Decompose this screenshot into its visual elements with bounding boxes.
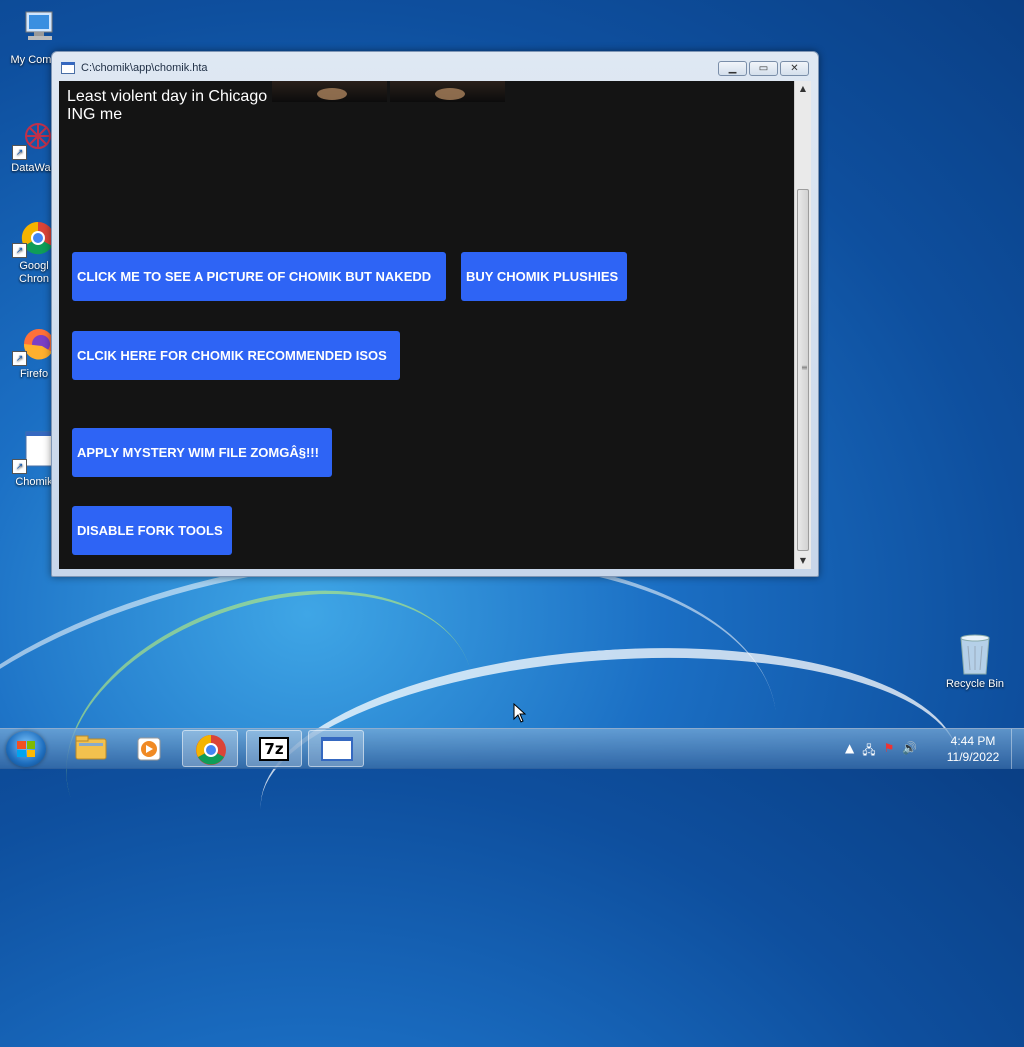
taskbar-google-chrome[interactable] bbox=[182, 730, 238, 767]
mouse-cursor-icon bbox=[513, 703, 527, 723]
volume-icon[interactable]: 🔊 bbox=[902, 741, 917, 762]
scroll-up-arrow-icon[interactable]: ▲ bbox=[795, 81, 811, 97]
system-tray: ▲ 🖧 ⚑ 🔊 bbox=[845, 741, 917, 762]
windows-logo-icon bbox=[17, 741, 35, 757]
network-icon[interactable]: 🖧 bbox=[862, 741, 875, 762]
show-desktop-button[interactable] bbox=[1011, 729, 1024, 769]
firefox-icon: ↗ bbox=[12, 322, 56, 366]
buy-plushies-button[interactable]: BUY CHOMIK PLUSHIES bbox=[461, 252, 627, 301]
start-button[interactable] bbox=[6, 731, 46, 767]
hamster-image bbox=[390, 81, 505, 102]
desktop-icon-recycle-bin[interactable]: Recycle Bin bbox=[937, 632, 1013, 691]
taskbar: 7z ▲ 🖧 ⚑ 🔊 4:44 PM 11/9/2022 bbox=[0, 728, 1024, 769]
content-text-line: Least violent day in Chicago bbox=[67, 88, 268, 105]
taskbar-media-player[interactable] bbox=[122, 730, 178, 767]
hta-content: Least violent day in Chicago ING me CLIC… bbox=[59, 81, 794, 569]
window-title: C:\chomik\app\chomik.hta bbox=[81, 62, 208, 74]
clock-date: 11/9/2022 bbox=[946, 750, 1000, 764]
taskbar-file-explorer[interactable] bbox=[62, 730, 118, 767]
recommended-isos-button[interactable]: CLCIK HERE FOR CHOMIK RECOMMENDED ISOS bbox=[72, 331, 400, 380]
clock-time: 4:44 PM bbox=[950, 734, 996, 748]
apply-wim-button[interactable]: APPLY MYSTERY WIM FILE ZOMGÂ§!!! bbox=[72, 428, 332, 477]
close-button[interactable]: ✕ bbox=[780, 61, 809, 76]
shortcut-arrow-icon: ↗ bbox=[12, 459, 27, 474]
media-player-icon bbox=[137, 737, 161, 761]
recycle-bin-icon bbox=[953, 632, 997, 676]
action-center-flag-icon[interactable]: ⚑ bbox=[884, 741, 895, 762]
show-hidden-icons-icon[interactable]: ▲ bbox=[845, 741, 854, 762]
7zip-icon: 7z bbox=[259, 737, 289, 761]
window-titlebar[interactable]: C:\chomik\app\chomik.hta ▁ ▭ ✕ bbox=[52, 52, 818, 81]
computer-icon bbox=[12, 8, 56, 52]
taskbar-7zip[interactable]: 7z bbox=[246, 730, 302, 767]
datawag-icon: ↗ bbox=[12, 116, 56, 160]
scroll-down-arrow-icon[interactable]: ▼ bbox=[795, 553, 811, 569]
hta-app-icon: ↗ bbox=[12, 430, 63, 474]
desktop-icon-label: Recycle Bin bbox=[945, 678, 1005, 690]
chrome-icon bbox=[196, 735, 226, 765]
shortcut-arrow-icon: ↗ bbox=[12, 351, 27, 366]
shortcut-arrow-icon: ↗ bbox=[12, 145, 27, 160]
folder-icon bbox=[75, 735, 107, 760]
hta-app-icon bbox=[61, 62, 75, 74]
chrome-icon: ↗ bbox=[12, 214, 56, 258]
taskbar-clock[interactable]: 4:44 PM 11/9/2022 bbox=[940, 733, 1006, 765]
minimize-button[interactable]: ▁ bbox=[718, 61, 747, 76]
shortcut-arrow-icon: ↗ bbox=[12, 243, 27, 258]
scrollbar-thumb[interactable]: ≡ bbox=[797, 189, 809, 551]
maximize-button[interactable]: ▭ bbox=[749, 61, 778, 76]
hamster-image bbox=[272, 81, 387, 102]
content-text-line: ING me bbox=[67, 106, 123, 123]
hta-app-icon bbox=[321, 737, 353, 761]
grip-icon: ≡ bbox=[801, 363, 808, 372]
disable-fork-tools-button[interactable]: DISABLE FORK TOOLS bbox=[72, 506, 232, 555]
naked-picture-button[interactable]: CLICK ME TO SEE A PICTURE OF CHOMIK BUT … bbox=[72, 252, 446, 301]
chomik-hta-window[interactable]: C:\chomik\app\chomik.hta ▁ ▭ ✕ Least vio… bbox=[51, 51, 819, 577]
taskbar-chomik-hta[interactable] bbox=[308, 730, 364, 767]
vertical-scrollbar[interactable]: ▲ ≡ ▼ bbox=[794, 81, 811, 569]
